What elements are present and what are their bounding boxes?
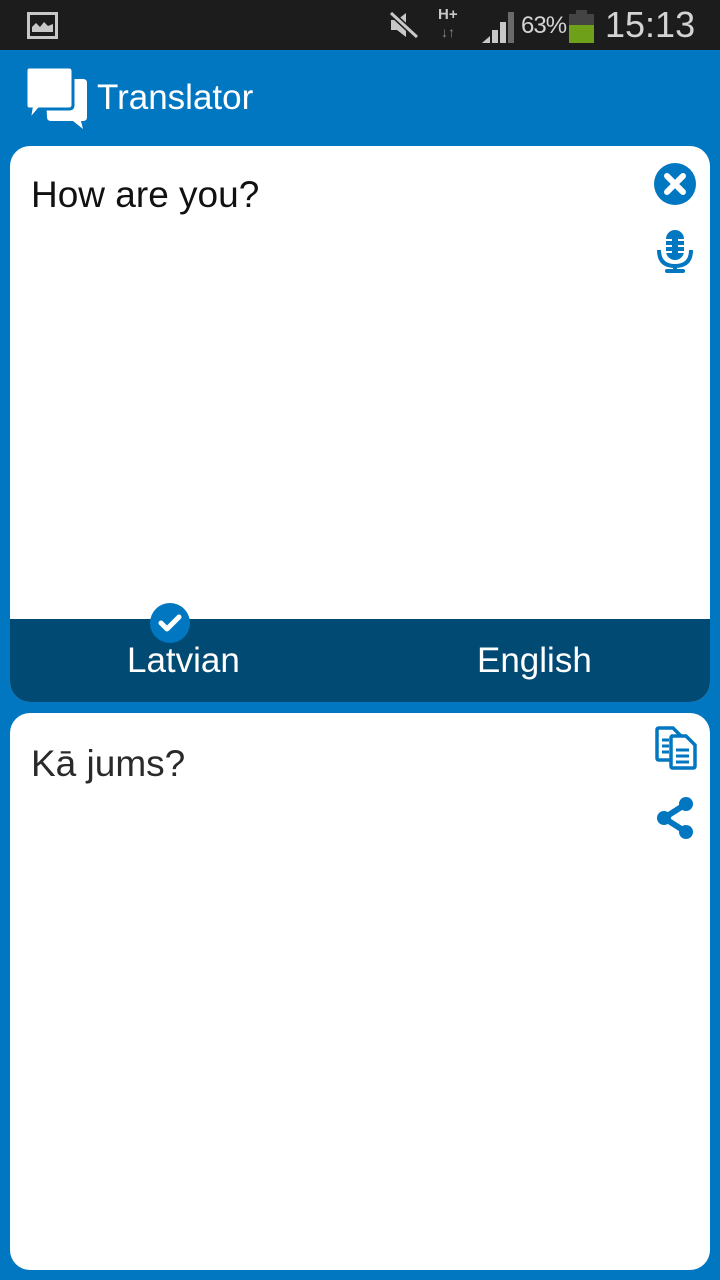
- gallery-icon: [27, 12, 58, 39]
- microphone-icon: [657, 230, 693, 273]
- app-title: Translator: [97, 78, 254, 117]
- source-language-button[interactable]: Latvian: [127, 641, 240, 681]
- battery-percent: 63%: [521, 12, 567, 39]
- copy-button[interactable]: [653, 725, 699, 771]
- hplus-data-icon: H+: [438, 6, 458, 23]
- share-button[interactable]: [653, 795, 699, 841]
- mute-icon: [388, 10, 420, 40]
- app-bar: Translator: [0, 50, 720, 146]
- close-circle-icon: [654, 163, 696, 205]
- source-card: How are you? Latvian English: [10, 146, 710, 702]
- translated-text: Kā jums?: [31, 743, 186, 784]
- target-language-button[interactable]: English: [477, 641, 592, 681]
- data-arrows-icon: ↓↑: [441, 24, 455, 40]
- copy-icon: [655, 726, 697, 770]
- chat-bubbles-icon: [25, 65, 87, 129]
- selected-language-badge: [150, 603, 190, 643]
- clear-button[interactable]: [653, 162, 697, 206]
- source-text-input[interactable]: How are you?: [31, 174, 259, 216]
- signal-icon: [482, 12, 514, 43]
- microphone-button[interactable]: [653, 226, 697, 276]
- battery-icon: [569, 10, 594, 43]
- target-card: Kā jums?: [10, 713, 710, 1270]
- clock: 15:13: [605, 4, 696, 45]
- share-icon: [657, 797, 693, 839]
- language-bar: Latvian English: [10, 619, 710, 702]
- status-bar: H+ ↓↑ 63% 15:13: [0, 0, 720, 50]
- check-icon: [158, 614, 182, 632]
